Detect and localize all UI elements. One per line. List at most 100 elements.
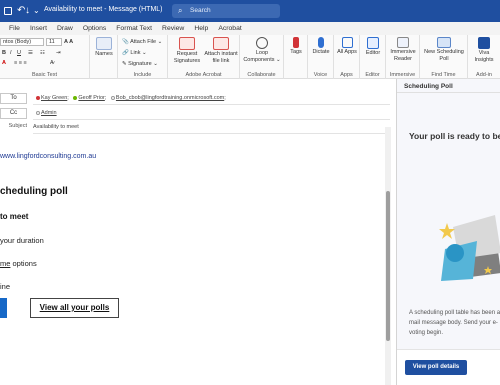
flag-icon (293, 37, 299, 48)
dictate-button[interactable]: Dictate (310, 37, 332, 56)
editor-button[interactable]: Editor (363, 37, 383, 57)
indent-icon[interactable]: ⇥ (56, 49, 61, 57)
signature-button[interactable]: ✎ Signature ⌄ (122, 60, 158, 68)
poll-ready-text: Your poll is ready to be (409, 131, 500, 141)
loop-icon (256, 37, 268, 49)
immersive-reader-button[interactable]: Immersive Reader (388, 37, 418, 62)
search-box[interactable]: ⌕ Search (172, 4, 280, 18)
view-poll-details-button[interactable]: View poll details (405, 360, 467, 375)
attach-instant-icon (213, 37, 229, 50)
group-add-in: Viva Insights Add-in (468, 35, 500, 79)
loop-components-button[interactable]: Loop Components ⌄ (242, 37, 282, 63)
scrollbar-thumb[interactable] (386, 191, 390, 341)
cc-button[interactable]: Cc (0, 108, 27, 119)
grow-font-icon[interactable]: A A (64, 38, 73, 46)
tab-options[interactable]: Options (78, 22, 111, 35)
tab-review[interactable]: Review (157, 22, 189, 35)
poll-description: A scheduling poll table has been a mail … (409, 310, 500, 336)
bullets-icon[interactable]: ☰ (28, 49, 33, 57)
scheduling-poll-icon (437, 37, 451, 48)
group-adobe-acrobat: Request Signatures Attach instant file l… (168, 35, 240, 79)
microphone-icon (318, 37, 324, 48)
subject-row: Subject Availability to meet (0, 122, 390, 136)
duration-text: your duration (0, 236, 44, 245)
tags-button[interactable]: Tags (286, 37, 306, 56)
editor-label: Editor (365, 72, 380, 78)
subject-label: Subject (8, 123, 27, 129)
new-scheduling-poll-button[interactable]: New Scheduling Poll (422, 37, 466, 62)
subject-field[interactable]: Availability to meet (33, 122, 390, 134)
search-icon: ⌕ (178, 6, 183, 15)
presence-unknown-icon (36, 110, 40, 115)
qat-dropdown-icon[interactable]: ⌄ (33, 5, 40, 17)
group-editor: Editor Editor (360, 35, 386, 79)
font-color-icon[interactable]: A (2, 59, 6, 67)
font-name-select[interactable]: ntos (Body) (0, 38, 44, 46)
attach-file-button[interactable]: 📎 Attach File ⌄ (122, 38, 162, 46)
adobe-label: Adobe Acrobat (185, 72, 222, 78)
website-link[interactable]: www.lingfordconsulting.com.au (0, 153, 96, 160)
search-placeholder: Search (190, 7, 211, 14)
tab-help[interactable]: Help (189, 22, 213, 35)
bold-icon[interactable]: B (2, 49, 6, 57)
viva-insights-button[interactable]: Viva Insights (470, 37, 498, 63)
immersive-label: Immersive (389, 72, 416, 78)
request-signatures-icon (179, 37, 195, 50)
envelope-illustration-icon (439, 215, 500, 281)
recipient[interactable]: Bob_cbob@lingfordtraining.onmicrosoft.co… (116, 95, 224, 101)
group-voice: Dictate Voice (308, 35, 334, 79)
presence-unknown-icon (110, 95, 115, 100)
attach-instant-link-button[interactable]: Attach instant file link (204, 37, 238, 64)
title-bar: ↶ ↓ ⌄ Availability to meet - Message (HT… (0, 0, 500, 22)
font-size-select[interactable]: 11 (46, 38, 62, 46)
recipient[interactable]: Geoff Prior (78, 95, 105, 101)
basic-text-label: Basic Text (32, 72, 57, 78)
group-include: 📎 Attach File ⌄ 🔗 Link ⌄ ✎ Signature ⌄ I… (118, 35, 168, 79)
presence-busy-icon (36, 95, 40, 100)
collaborate-label: Collaborate (247, 72, 276, 78)
window-title: Availability to meet - Message (HTML) (44, 6, 163, 13)
to-field[interactable]: Kay Green; Geoff Prior; Bob_cbob@lingfor… (33, 93, 390, 105)
clear-format-icon[interactable]: A̷ (50, 59, 54, 67)
editor-icon (367, 37, 379, 49)
names-button[interactable]: Names (92, 37, 116, 58)
voice-label: Voice (313, 72, 328, 78)
message-body[interactable]: www.lingfordconsulting.com.au cheduling … (0, 135, 384, 385)
menu-bar: File Insert Draw Options Format Text Rev… (0, 22, 500, 35)
all-apps-button[interactable]: All Apps (337, 37, 357, 56)
presence-available-icon (73, 95, 78, 100)
group-tags: Tags (284, 35, 308, 79)
to-button[interactable]: To (0, 93, 27, 104)
include-label: Include (133, 72, 152, 78)
poll-subheading: to meet (0, 212, 29, 221)
link-button[interactable]: 🔗 Link ⌄ (122, 49, 147, 57)
viva-insights-icon (478, 37, 490, 49)
address-book-icon (96, 37, 112, 50)
redo-icon[interactable]: ↓ (25, 5, 30, 17)
numbering-icon[interactable]: ☷ (40, 49, 45, 57)
tab-format-text[interactable]: Format Text (111, 22, 157, 35)
align-icons[interactable]: ≡ ≡ ≡ (14, 59, 27, 67)
apps-grid-icon (341, 37, 353, 48)
tab-file[interactable]: File (4, 22, 25, 35)
deadline-text: ine (0, 282, 11, 291)
addin-label: Add-in (476, 72, 492, 78)
tab-insert[interactable]: Insert (25, 22, 52, 35)
recipient[interactable]: Kay Green (41, 95, 67, 101)
body-scrollbar[interactable] (385, 127, 391, 385)
italic-icon[interactable]: I (10, 49, 12, 57)
cc-field[interactable]: Admin (33, 108, 390, 120)
recipient[interactable]: Admin (41, 110, 57, 116)
tab-draw[interactable]: Draw (52, 22, 78, 35)
underline-icon[interactable]: U (17, 49, 21, 57)
request-signatures-button[interactable]: Request Signatures (170, 37, 204, 64)
group-apps: All Apps Apps (334, 35, 360, 79)
save-icon[interactable] (4, 7, 12, 15)
group-find-time: New Scheduling Poll Find Time (420, 35, 468, 79)
poll-heading: cheduling poll (0, 186, 68, 197)
group-names: Names (90, 35, 118, 79)
tab-acrobat[interactable]: Acrobat (213, 22, 246, 35)
view-all-polls-button[interactable]: View all your polls (30, 298, 119, 318)
immersive-reader-icon (397, 37, 409, 48)
vote-button[interactable] (0, 298, 7, 318)
